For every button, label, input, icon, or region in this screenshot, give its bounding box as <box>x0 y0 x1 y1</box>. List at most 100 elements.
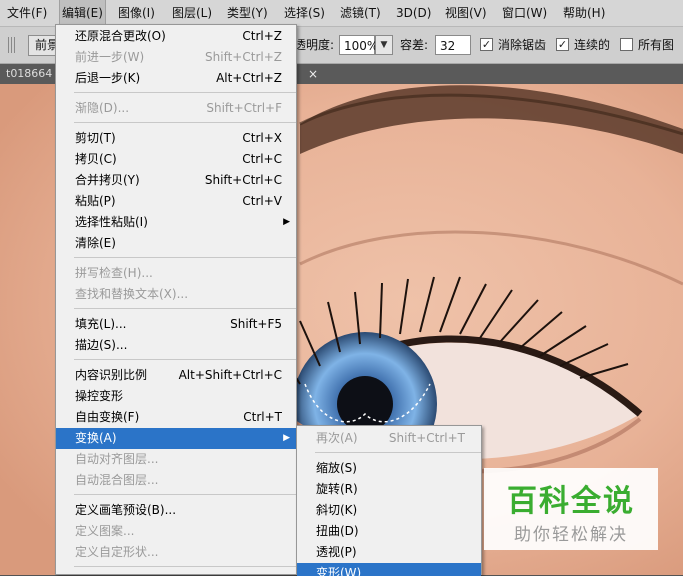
shortcut-label: Shift+Ctrl+F <box>206 101 282 115</box>
menu-help[interactable]: 帮助(H) <box>561 0 607 26</box>
menu-item-transform[interactable]: 变换(A) ▶ <box>56 428 296 449</box>
submenu-item-perspective[interactable]: 透视(P) <box>297 542 481 563</box>
tolerance-field[interactable]: 32 <box>435 35 471 55</box>
menu-item-undo[interactable]: 还原混合更改(O) Ctrl+Z <box>56 26 296 47</box>
shortcut-label: Ctrl+Z <box>242 29 282 43</box>
submenu-item-scale[interactable]: 缩放(S) <box>297 458 481 479</box>
antialias-label: 消除锯齿 <box>498 38 547 52</box>
menu-view[interactable]: 视图(V) <box>443 0 489 26</box>
shortcut-label: Ctrl+T <box>243 410 282 424</box>
submenu-arrow-icon: ▶ <box>283 217 290 227</box>
menu-item-copy[interactable]: 拷贝(C) Ctrl+C <box>56 149 296 170</box>
submenu-item-again[interactable]: 再次(A) Shift+Ctrl+T <box>297 428 481 449</box>
menu-filter[interactable]: 滤镜(T) <box>338 0 383 26</box>
menu-bar: 文件(F) 编辑(E) 图像(I) 图层(L) 类型(Y) 选择(S) 滤镜(T… <box>0 0 683 27</box>
menu-item-auto-align-layers[interactable]: 自动对齐图层... <box>56 449 296 470</box>
menu-item-label: 定义图案... <box>75 524 135 538</box>
opacity-dropdown[interactable]: ▼ <box>375 35 393 55</box>
menu-item-label: 斜切(K) <box>316 503 358 517</box>
menu-item-label: 再次(A) <box>316 431 358 445</box>
menu-select[interactable]: 选择(S) <box>282 0 327 26</box>
menu-item-label: 渐隐(D)... <box>75 101 130 115</box>
menu-item-label: 选择性粘贴(I) <box>75 215 148 229</box>
menu-item-label: 自由变换(F) <box>75 410 140 424</box>
document-tab[interactable]: t018664 <box>0 64 62 84</box>
close-tab-icon[interactable]: × <box>308 64 318 84</box>
shortcut-label: Ctrl+C <box>242 152 282 166</box>
tolerance-value: 32 <box>440 39 456 53</box>
submenu-item-rotate[interactable]: 旋转(R) <box>297 479 481 500</box>
opacity-label: 透明度: <box>294 38 335 52</box>
menu-3d[interactable]: 3D(D) <box>394 0 433 26</box>
submenu-item-skew[interactable]: 斜切(K) <box>297 500 481 521</box>
menu-item-spell-check[interactable]: 拼写检查(H)... <box>56 263 296 284</box>
menu-item-label: 变换(A) <box>75 431 117 445</box>
menu-item-label: 定义画笔预设(B)... <box>75 503 177 517</box>
menu-item-define-brush[interactable]: 定义画笔预设(B)... <box>56 500 296 521</box>
contiguous-label: 连续的 <box>574 38 611 52</box>
menu-item-label: 内容识别比例 <box>75 368 148 382</box>
submenu-item-warp[interactable]: 变形(W) <box>297 563 481 576</box>
menu-item-step-backward[interactable]: 后退一步(K) Alt+Ctrl+Z <box>56 68 296 89</box>
menu-item-define-custom-shape[interactable]: 定义自定形状... <box>56 542 296 563</box>
menu-item-label: 前进一步(W) <box>75 50 145 64</box>
menu-item-fill[interactable]: 填充(L)... Shift+F5 <box>56 314 296 335</box>
submenu-item-distort[interactable]: 扭曲(D) <box>297 521 481 542</box>
watermark-subtitle: 助你轻松解决 <box>514 525 628 545</box>
menu-item-label: 自动混合图层... <box>75 473 159 487</box>
menu-separator <box>74 359 296 360</box>
menu-type[interactable]: 类型(Y) <box>225 0 270 26</box>
menu-separator <box>74 308 296 309</box>
menu-item-label: 查找和替换文本(X)... <box>75 287 189 301</box>
contiguous-checkbox[interactable]: ✓ <box>556 38 569 51</box>
all-layers-label: 所有图层 <box>638 38 675 88</box>
menu-item-copy-merged[interactable]: 合并拷贝(Y) Shift+Ctrl+C <box>56 170 296 191</box>
menu-item-define-pattern[interactable]: 定义图案... <box>56 521 296 542</box>
edit-menu: 还原混合更改(O) Ctrl+Z 前进一步(W) Shift+Ctrl+Z 后退… <box>55 24 297 575</box>
shortcut-label: Shift+F5 <box>230 317 282 331</box>
menu-window[interactable]: 窗口(W) <box>500 0 549 26</box>
menu-file[interactable]: 文件(F) <box>5 0 49 26</box>
menu-item-label: 扭曲(D) <box>316 524 359 538</box>
menu-item-label: 后退一步(K) <box>75 71 141 85</box>
menu-image[interactable]: 图像(I) <box>116 0 157 26</box>
menu-item-label: 粘贴(P) <box>75 194 116 208</box>
menu-item-label: 变形(W) <box>316 566 362 576</box>
menu-item-paste-special[interactable]: 选择性粘贴(I) ▶ <box>56 212 296 233</box>
document-tab-title: t018664 <box>6 67 53 80</box>
menu-item-label: 操控变形 <box>75 389 124 403</box>
menu-item-find-replace[interactable]: 查找和替换文本(X)... <box>56 284 296 305</box>
menu-item-label: 缩放(S) <box>316 461 357 475</box>
menu-item-label: 拼写检查(H)... <box>75 266 153 280</box>
shortcut-label: Shift+Ctrl+C <box>204 173 282 187</box>
menu-edit[interactable]: 编辑(E) <box>59 0 106 27</box>
menu-item-label: 合并拷贝(Y) <box>75 173 140 187</box>
grip-handle[interactable] <box>8 37 16 53</box>
menu-separator <box>315 452 481 453</box>
menu-item-label: 拷贝(C) <box>75 152 117 166</box>
menu-item-cut[interactable]: 剪切(T) Ctrl+X <box>56 128 296 149</box>
menu-item-label: 填充(L)... <box>75 317 127 331</box>
menu-item-label: 透视(P) <box>316 545 357 559</box>
menu-item-fade[interactable]: 渐隐(D)... Shift+Ctrl+F <box>56 98 296 119</box>
menu-item-label: 自动对齐图层... <box>75 452 159 466</box>
transform-submenu: 再次(A) Shift+Ctrl+T 缩放(S) 旋转(R) 斜切(K) 扭曲(… <box>296 425 482 576</box>
tolerance-label: 容差: <box>400 38 429 52</box>
all-layers-checkbox[interactable] <box>620 38 633 51</box>
opacity-value: 100% <box>344 39 379 53</box>
opacity-field[interactable]: 100% <box>339 35 379 55</box>
menu-layer[interactable]: 图层(L) <box>170 0 214 26</box>
shortcut-label: Alt+Shift+Ctrl+C <box>178 368 282 382</box>
shortcut-label: Ctrl+V <box>242 194 282 208</box>
menu-item-content-aware-scale[interactable]: 内容识别比例 Alt+Shift+Ctrl+C <box>56 365 296 386</box>
menu-item-stroke[interactable]: 描边(S)... <box>56 335 296 356</box>
menu-item-step-forward[interactable]: 前进一步(W) Shift+Ctrl+Z <box>56 47 296 68</box>
menu-item-free-transform[interactable]: 自由变换(F) Ctrl+T <box>56 407 296 428</box>
shortcut-label: Shift+Ctrl+T <box>388 431 465 445</box>
menu-item-puppet-warp[interactable]: 操控变形 <box>56 386 296 407</box>
menu-separator <box>74 257 296 258</box>
antialias-checkbox[interactable]: ✓ <box>480 38 493 51</box>
menu-item-clear[interactable]: 清除(E) <box>56 233 296 254</box>
menu-item-auto-blend-layers[interactable]: 自动混合图层... <box>56 470 296 491</box>
menu-item-paste[interactable]: 粘贴(P) Ctrl+V <box>56 191 296 212</box>
